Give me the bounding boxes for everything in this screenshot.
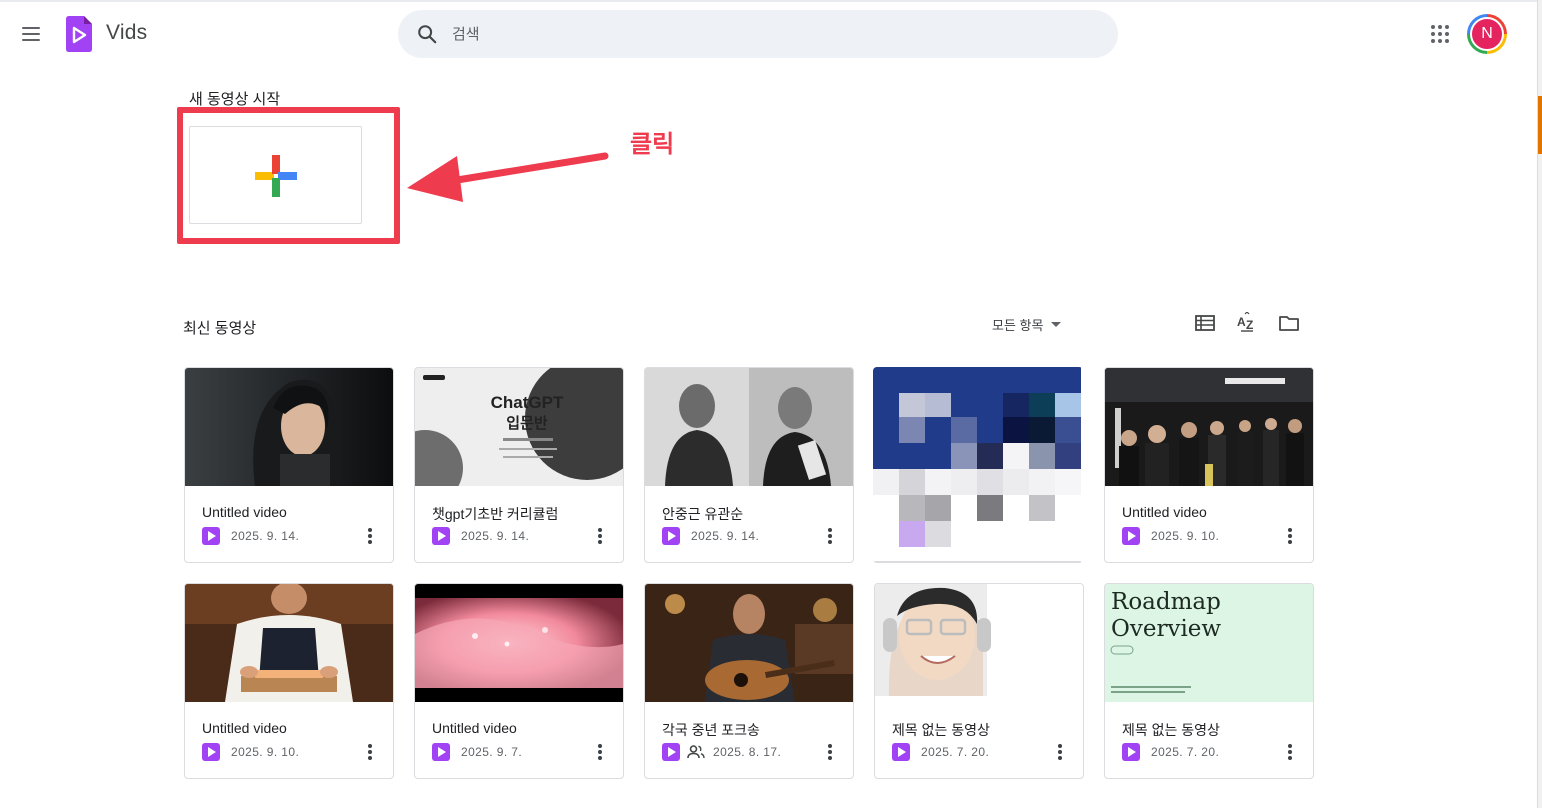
search-icon[interactable] [416, 23, 438, 45]
more-vert-icon[interactable] [827, 742, 833, 762]
video-title: 제목 없는 동영상 [1122, 722, 1220, 738]
vids-file-icon [662, 743, 680, 761]
more-vert-icon[interactable] [597, 526, 603, 546]
video-card-pixelated[interactable] [873, 367, 1083, 563]
more-vert-icon[interactable] [1287, 526, 1293, 546]
vids-file-icon [892, 743, 910, 761]
shared-people-icon [687, 745, 705, 759]
video-title: 챗gpt기초반 커리큘럼 [432, 506, 559, 522]
annotation-label: 클릭 [630, 131, 675, 158]
search-input[interactable] [452, 25, 1052, 43]
video-date: 2025. 8. 17. [713, 745, 782, 759]
video-thumbnail: Roadmap Overview [1105, 584, 1313, 702]
video-card[interactable]: 제목 없는 동영상 2025. 7. 20. [874, 583, 1084, 779]
svg-text:A: A [1237, 315, 1246, 329]
thumbnail-subtitle: 입문반 [506, 414, 548, 432]
video-card[interactable]: 각국 중년 포크송 2025. 8. 17. [644, 583, 854, 779]
video-card[interactable]: Untitled video 2025. 9. 14. [184, 367, 394, 563]
sort-az-icon[interactable]: A Z [1236, 312, 1258, 334]
vids-file-icon [1122, 743, 1140, 761]
thumbnail-subtitle: Overview [1111, 616, 1221, 642]
vids-file-icon [1122, 527, 1140, 545]
video-title: 제목 없는 동영상 [892, 722, 990, 738]
video-date: 2025. 9. 10. [1151, 529, 1220, 543]
vids-file-icon [432, 527, 450, 545]
annotation-highlight-box [177, 107, 400, 244]
video-thumbnail [185, 584, 393, 702]
video-title: 안중근 유관순 [662, 506, 744, 522]
vids-file-icon [202, 527, 220, 545]
pixelated-thumbnail [873, 367, 1081, 563]
caret-down-icon [1051, 322, 1062, 327]
hamburger-menu-icon[interactable] [14, 18, 48, 50]
vids-logo-icon[interactable] [64, 16, 94, 52]
recent-videos-section-title: 최신 동영상 [183, 320, 257, 337]
more-vert-icon[interactable] [367, 742, 373, 762]
more-vert-icon[interactable] [827, 526, 833, 546]
video-thumbnail [1105, 368, 1313, 486]
video-card[interactable]: ChatGPT 입문반 챗gpt기초반 커리큘럼 2025. 9. 14. [414, 367, 624, 563]
video-card[interactable]: Roadmap Overview 제목 없는 동영상 2025. 7. 20. [1104, 583, 1314, 779]
video-title: Untitled video [202, 720, 287, 736]
avatar-initial: N [1470, 17, 1504, 51]
new-video-section-title: 새 동영상 시작 [189, 91, 281, 108]
video-date: 2025. 9. 14. [691, 529, 760, 543]
video-title: Untitled video [432, 720, 517, 736]
top-border [0, 0, 1542, 2]
search-bar[interactable] [398, 10, 1118, 58]
video-thumbnail [415, 584, 623, 702]
more-vert-icon[interactable] [1057, 742, 1063, 762]
side-panel-edge [1537, 0, 1542, 808]
video-date: 2025. 7. 20. [921, 745, 990, 759]
video-thumbnail [185, 368, 393, 486]
video-date: 2025. 9. 7. [461, 745, 523, 759]
more-vert-icon[interactable] [597, 742, 603, 762]
more-vert-icon[interactable] [1287, 742, 1293, 762]
video-thumbnail: ChatGPT 입문반 [415, 368, 623, 486]
annotation-arrow-icon [407, 152, 609, 202]
owner-filter-dropdown[interactable]: 모든 항목 [992, 315, 1062, 334]
video-thumbnail [645, 368, 853, 486]
video-date: 2025. 7. 20. [1151, 745, 1220, 759]
video-card[interactable]: Untitled video 2025. 9. 10. [1104, 367, 1314, 563]
filter-label: 모든 항목 [992, 318, 1044, 333]
video-card[interactable]: Untitled video 2025. 9. 10. [184, 583, 394, 779]
video-card[interactable]: Untitled video 2025. 9. 7. [414, 583, 624, 779]
video-title: Untitled video [1122, 504, 1207, 520]
video-date: 2025. 9. 10. [231, 745, 300, 759]
more-vert-icon[interactable] [367, 526, 373, 546]
video-thumbnail [875, 584, 1083, 702]
folder-icon[interactable] [1278, 312, 1300, 334]
vids-file-icon [662, 527, 680, 545]
thumbnail-title: ChatGPT [491, 393, 564, 412]
video-card[interactable]: 안중근 유관순 2025. 9. 14. [644, 367, 854, 563]
vids-file-icon [202, 743, 220, 761]
account-avatar[interactable]: N [1467, 14, 1507, 54]
thumbnail-title: Roadmap [1111, 589, 1221, 615]
video-thumbnail [645, 584, 853, 702]
video-date: 2025. 9. 14. [461, 529, 530, 543]
list-view-icon[interactable] [1194, 312, 1216, 334]
svg-text:Z: Z [1246, 318, 1253, 332]
apps-grid-icon[interactable] [1428, 22, 1452, 46]
video-title: Untitled video [202, 504, 287, 520]
app-name[interactable]: Vids [106, 21, 147, 45]
video-title: 각국 중년 포크송 [662, 722, 760, 738]
video-date: 2025. 9. 14. [231, 529, 300, 543]
vids-file-icon [432, 743, 450, 761]
